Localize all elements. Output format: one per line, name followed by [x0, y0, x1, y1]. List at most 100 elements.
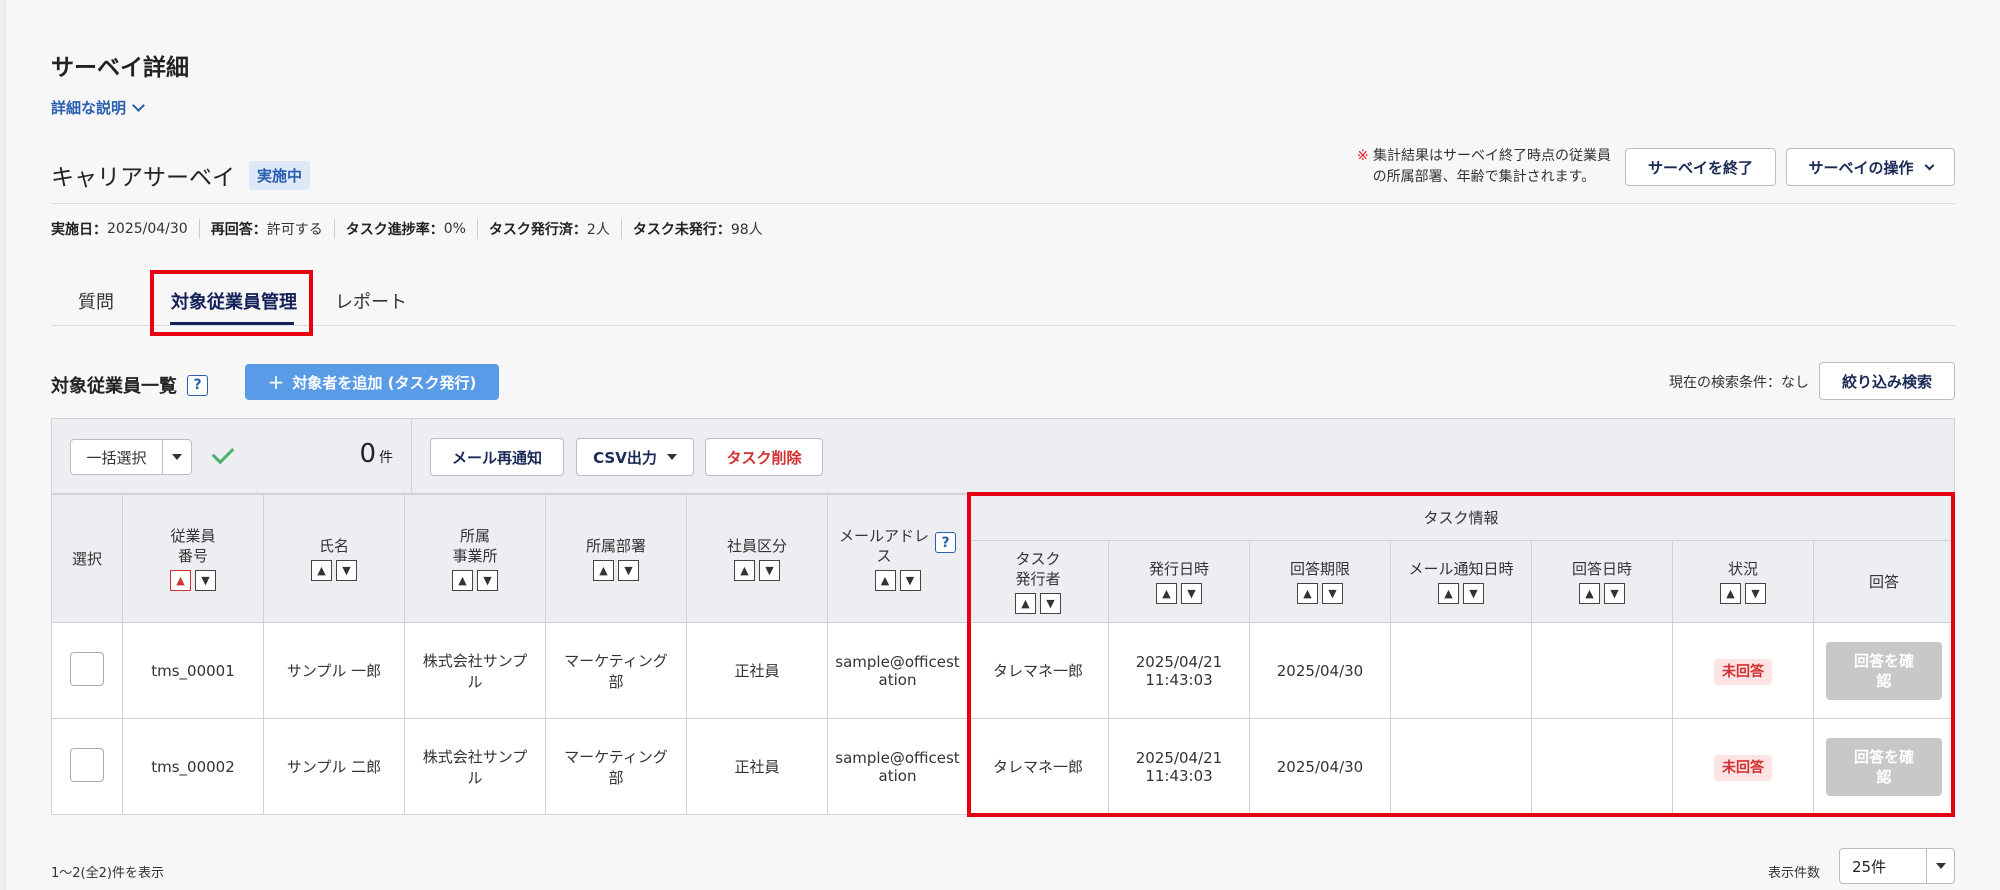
table-toolbar: 一括選択 0件 メール再通知 CSV出力 タスク削除	[51, 418, 1955, 494]
view-answer-button[interactable]: 回答を確認	[1826, 737, 1942, 796]
button-label: 認	[1876, 767, 1892, 786]
per-page-value: 25件	[1852, 857, 1887, 876]
delete-task-button[interactable]: タスク削除	[705, 438, 823, 476]
cell-issued-at: 2025/04/21 11:43:03	[1108, 622, 1250, 719]
sort-desc-icon[interactable]: ▼	[1322, 583, 1343, 604]
button-label: 回答を確	[1853, 651, 1914, 670]
sort-asc-icon[interactable]: ▲	[734, 560, 755, 581]
note-line-2: の所属部署、年齢で集計されます。	[1372, 169, 1596, 185]
cell-employee-number: tms_00002	[122, 718, 264, 815]
header-label: タスク	[1015, 550, 1061, 568]
end-survey-button[interactable]: サーベイを終了	[1625, 148, 1776, 186]
sort-controls: ▲ ▼	[1579, 583, 1625, 604]
cell-text: マーケティング	[564, 747, 668, 766]
header-issued-at: 発行日時 ▲ ▼	[1108, 540, 1250, 623]
sort-desc-icon[interactable]: ▼	[759, 560, 780, 581]
sort-desc-icon[interactable]: ▼	[1745, 583, 1766, 604]
sort-desc-icon[interactable]: ▼	[1463, 583, 1484, 604]
sort-asc-icon[interactable]: ▲	[1297, 583, 1318, 604]
sort-controls: ▲ ▼	[1720, 583, 1766, 604]
sort-desc-icon[interactable]: ▼	[336, 560, 357, 581]
sort-asc-icon[interactable]: ▲	[170, 570, 191, 591]
header-label: 従業員	[170, 527, 216, 545]
sort-desc-icon[interactable]: ▼	[1040, 593, 1061, 614]
header-label: 回答日時	[1571, 560, 1632, 578]
bulk-select-dropdown[interactable]: 一括選択	[70, 439, 192, 475]
survey-operations-button[interactable]: サーベイの操作	[1786, 148, 1955, 186]
page-title: サーベイ詳細	[51, 55, 189, 81]
csv-export-button[interactable]: CSV出力	[576, 438, 694, 476]
help-icon[interactable]: ?	[187, 374, 208, 396]
header-answer: 回答	[1813, 540, 1955, 623]
survey-name: キャリアサーベイ	[51, 165, 235, 191]
dropdown-toggle[interactable]	[1926, 849, 1954, 883]
header-task-issuer: タスク 発行者 ▲ ▼	[967, 540, 1109, 623]
search-condition: 現在の検索条件：なし	[1669, 375, 1809, 391]
meta-value: 98人	[730, 222, 763, 238]
help-icon[interactable]: ?	[935, 532, 956, 553]
cell-answered-at	[1531, 718, 1673, 815]
sort-asc-icon[interactable]: ▲	[1579, 583, 1600, 604]
sort-controls: ▲ ▼	[734, 560, 780, 581]
view-answer-button[interactable]: 回答を確認	[1826, 641, 1942, 700]
sort-asc-icon[interactable]: ▲	[1156, 583, 1177, 604]
sort-asc-icon[interactable]: ▲	[311, 560, 332, 581]
filter-search-button[interactable]: 絞り込み検索	[1819, 362, 1955, 400]
header-label: 番号	[177, 547, 208, 565]
sort-desc-icon[interactable]: ▼	[899, 570, 921, 591]
sort-asc-icon[interactable]: ▲	[1438, 583, 1459, 604]
header-status: 状況 ▲ ▼	[1672, 540, 1814, 623]
aggregation-note: ※ 集計結果はサーベイ終了時点の従業員 の所属部署、年齢で集計されます。	[1357, 146, 1611, 188]
detail-description-link[interactable]: 詳細な説明	[51, 97, 145, 118]
sort-desc-icon[interactable]: ▼	[477, 570, 498, 591]
cell-issued-at: 2025/04/21 11:43:03	[1108, 718, 1250, 815]
chevron-down-icon	[132, 98, 145, 112]
resend-mail-button[interactable]: メール再通知	[430, 438, 564, 476]
select-cell	[51, 718, 123, 815]
tab-report[interactable]: レポート	[335, 288, 407, 314]
cell-deadline: 2025/04/30	[1249, 718, 1391, 815]
cell-status: 未回答	[1672, 718, 1814, 815]
sort-asc-icon[interactable]: ▲	[593, 560, 614, 581]
meta-value: 0%	[443, 221, 466, 237]
meta-separator	[476, 219, 478, 239]
cell-text: 株式会社サンプ	[422, 747, 528, 766]
survey-meta: 実施日： 2025/04/30 再回答： 許可する タスク進捗率： 0% タスク発行済…	[51, 219, 763, 239]
cell-text: 11:43:03	[1145, 766, 1213, 785]
header-department: 所属部署 ▲ ▼	[545, 494, 687, 623]
survey-operations-label: サーベイの操作	[1808, 158, 1914, 177]
header-employee-number: 従業員 番号 ▲ ▼	[122, 494, 264, 623]
button-label: 回答を確	[1853, 747, 1914, 766]
sort-asc-icon[interactable]: ▲	[1015, 593, 1036, 614]
sort-desc-icon[interactable]: ▼	[1604, 583, 1625, 604]
per-page-select[interactable]: 25件	[1839, 848, 1955, 884]
header-label: 回答期限	[1289, 560, 1350, 578]
cell-task-issuer: タレマネ一郎	[967, 718, 1109, 815]
sort-asc-icon[interactable]: ▲	[452, 570, 473, 591]
row-checkbox[interactable]	[70, 651, 104, 686]
cell-text: 2025/04/21	[1135, 652, 1223, 671]
header-label: 発行日時	[1148, 560, 1209, 578]
sort-controls: ▲ ▼	[1297, 583, 1343, 604]
sort-asc-icon[interactable]: ▲	[1720, 583, 1741, 604]
detail-description-label: 詳細な説明	[51, 99, 127, 117]
highlight-box-tab	[150, 270, 313, 336]
sort-desc-icon[interactable]: ▼	[618, 560, 639, 581]
sort-desc-icon[interactable]: ▼	[1181, 583, 1202, 604]
dropdown-toggle[interactable]	[163, 440, 191, 474]
cell-deadline: 2025/04/30	[1249, 622, 1391, 719]
add-target-button[interactable]: + 対象者を追加 (タスク発行)	[245, 364, 499, 400]
row-checkbox[interactable]	[70, 747, 104, 782]
sort-desc-icon[interactable]: ▼	[195, 570, 216, 591]
sort-asc-icon[interactable]: ▲	[874, 570, 896, 591]
tab-questions[interactable]: 質問	[78, 288, 114, 314]
sort-controls: ▲ ▼	[1015, 593, 1061, 614]
cell-text: ル	[467, 768, 483, 787]
header-email: メールアドレ ス ? ▲ ▼	[827, 494, 968, 623]
cell-answer: 回答を確認	[1813, 718, 1955, 815]
per-page-label: 表示件数	[1768, 866, 1821, 881]
cell-department: マーケティング部	[545, 718, 687, 815]
cell-name: サンプル 二郎	[263, 718, 405, 815]
cell-task-issuer: タレマネ一郎	[967, 622, 1109, 719]
table-row: tms_00001 サンプル 一郎 株式会社サンプル マーケティング部 正社員 …	[51, 622, 1955, 719]
